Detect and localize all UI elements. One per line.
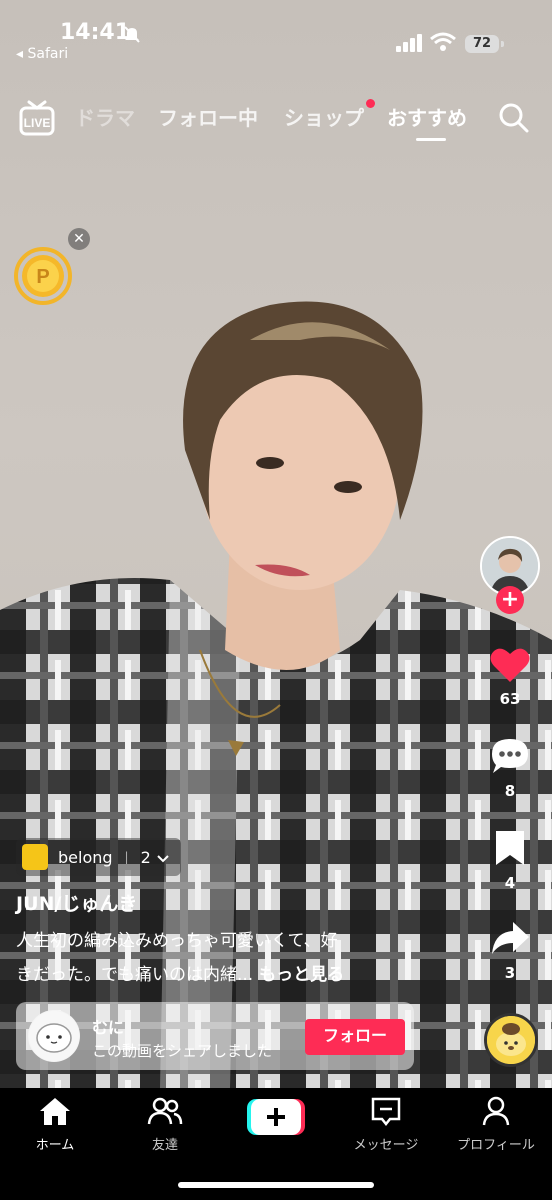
bookmark-icon — [496, 831, 524, 865]
share-arrow-icon — [492, 922, 529, 954]
search-icon[interactable] — [498, 102, 530, 138]
shared-message: この動画をシェアしました — [92, 1042, 273, 1060]
clock: 14:41 — [60, 20, 131, 45]
points-coin-icon[interactable]: P — [11, 247, 75, 305]
nav-profile[interactable]: プロフィール — [446, 1096, 546, 1153]
friends-icon — [147, 1097, 183, 1125]
video-caption[interactable]: 人生初の編み込みめっちゃ可愛いくて、好 きだった。でも痛いのは内緒... もっと… — [16, 924, 416, 992]
battery-indicator: 72 — [465, 35, 504, 53]
playlist-divider: | — [124, 850, 129, 864]
shared-by-notice: むに この動画をシェアしました フォロー — [16, 1002, 414, 1070]
create-button[interactable] — [247, 1099, 305, 1135]
like-button[interactable]: 63 — [478, 646, 542, 708]
caption-line-1: 人生初の編み込みめっちゃ可愛いくて、好 — [16, 931, 338, 951]
follow-sharer-button[interactable]: フォロー — [305, 1019, 405, 1055]
comment-count: 8 — [504, 782, 516, 800]
silent-bell-icon — [122, 24, 142, 48]
nav-home[interactable]: ホーム — [5, 1096, 105, 1153]
tiktok-feed-screen: 14:41 ◂ Safari 72 LIVE ドラマ フォロー中 ショップ おす… — [0, 0, 552, 1200]
playlist-name: belong — [58, 847, 113, 867]
sound-disc-icon[interactable] — [484, 1013, 538, 1067]
playlist-chip[interactable]: belong | 2 — [16, 838, 181, 876]
profile-icon — [482, 1096, 510, 1126]
tab-for-you[interactable]: おすすめ — [387, 102, 467, 131]
close-icon[interactable]: ✕ — [68, 228, 90, 250]
save-button[interactable]: 4 — [478, 828, 542, 892]
chevron-down-icon — [157, 848, 169, 867]
live-icon[interactable]: LIVE — [18, 98, 56, 142]
see-more-link[interactable]: もっと見る — [253, 965, 344, 985]
home-indicator — [178, 1182, 374, 1188]
inbox-icon — [371, 1097, 401, 1127]
follow-creator-button[interactable]: + — [496, 586, 524, 614]
status-bar: 14:41 ◂ Safari 72 — [0, 0, 552, 70]
tab-shop[interactable]: ショップ — [284, 102, 364, 131]
playlist-icon — [22, 844, 48, 870]
shop-notification-dot — [366, 99, 375, 108]
top-feed-tabs: LIVE ドラマ フォロー中 ショップ おすすめ — [0, 92, 552, 142]
heart-icon — [490, 648, 530, 682]
nav-home-label: ホーム — [35, 1138, 75, 1153]
back-to-safari-link[interactable]: ◂ Safari — [16, 46, 68, 62]
active-tab-underline — [416, 138, 446, 141]
comment-icon — [492, 739, 528, 773]
nav-profile-label: プロフィール — [457, 1138, 535, 1153]
tab-drama[interactable]: ドラマ — [75, 102, 135, 131]
svg-text:P: P — [36, 266, 49, 288]
nav-friends[interactable]: 友達 — [115, 1096, 215, 1153]
nav-inbox[interactable]: メッセージ — [336, 1096, 436, 1153]
sharer-avatar[interactable] — [28, 1010, 80, 1062]
share-count: 3 — [504, 964, 516, 982]
nav-friends-label: 友達 — [151, 1138, 178, 1153]
wifi-icon — [430, 32, 456, 56]
save-count: 4 — [504, 874, 516, 892]
svg-text:LIVE: LIVE — [24, 116, 51, 130]
comment-button[interactable]: 8 — [478, 736, 542, 800]
caption-line-2: きだった。でも痛いのは内緒... — [16, 965, 254, 985]
signal-icon — [396, 34, 424, 56]
plus-icon — [247, 1099, 305, 1135]
nav-inbox-label: メッセージ — [353, 1138, 419, 1153]
creator-username[interactable]: JUN/じゅんき — [16, 889, 137, 916]
sharer-name: むに — [92, 1018, 125, 1037]
like-count: 63 — [499, 690, 521, 708]
playlist-count: 2 — [140, 847, 151, 867]
tab-following[interactable]: フォロー中 — [158, 102, 258, 131]
home-icon — [40, 1098, 70, 1125]
share-button[interactable]: 3 — [478, 918, 542, 982]
